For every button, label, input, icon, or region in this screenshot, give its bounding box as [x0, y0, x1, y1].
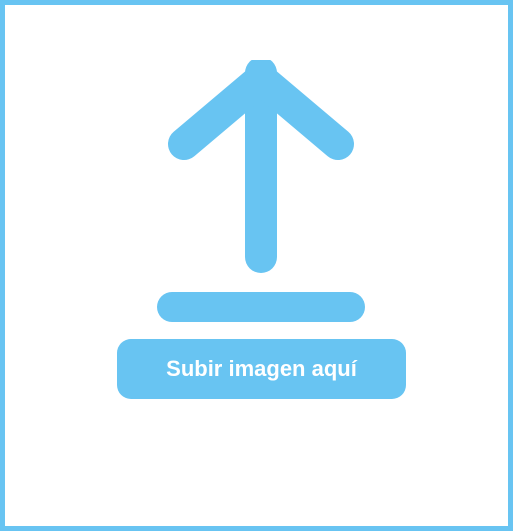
upload-image-button[interactable]: Subir imagen aquí [117, 339, 406, 399]
upload-dropzone[interactable]: Subir imagen aquí [0, 0, 513, 531]
upload-arrow-icon [157, 60, 365, 322]
